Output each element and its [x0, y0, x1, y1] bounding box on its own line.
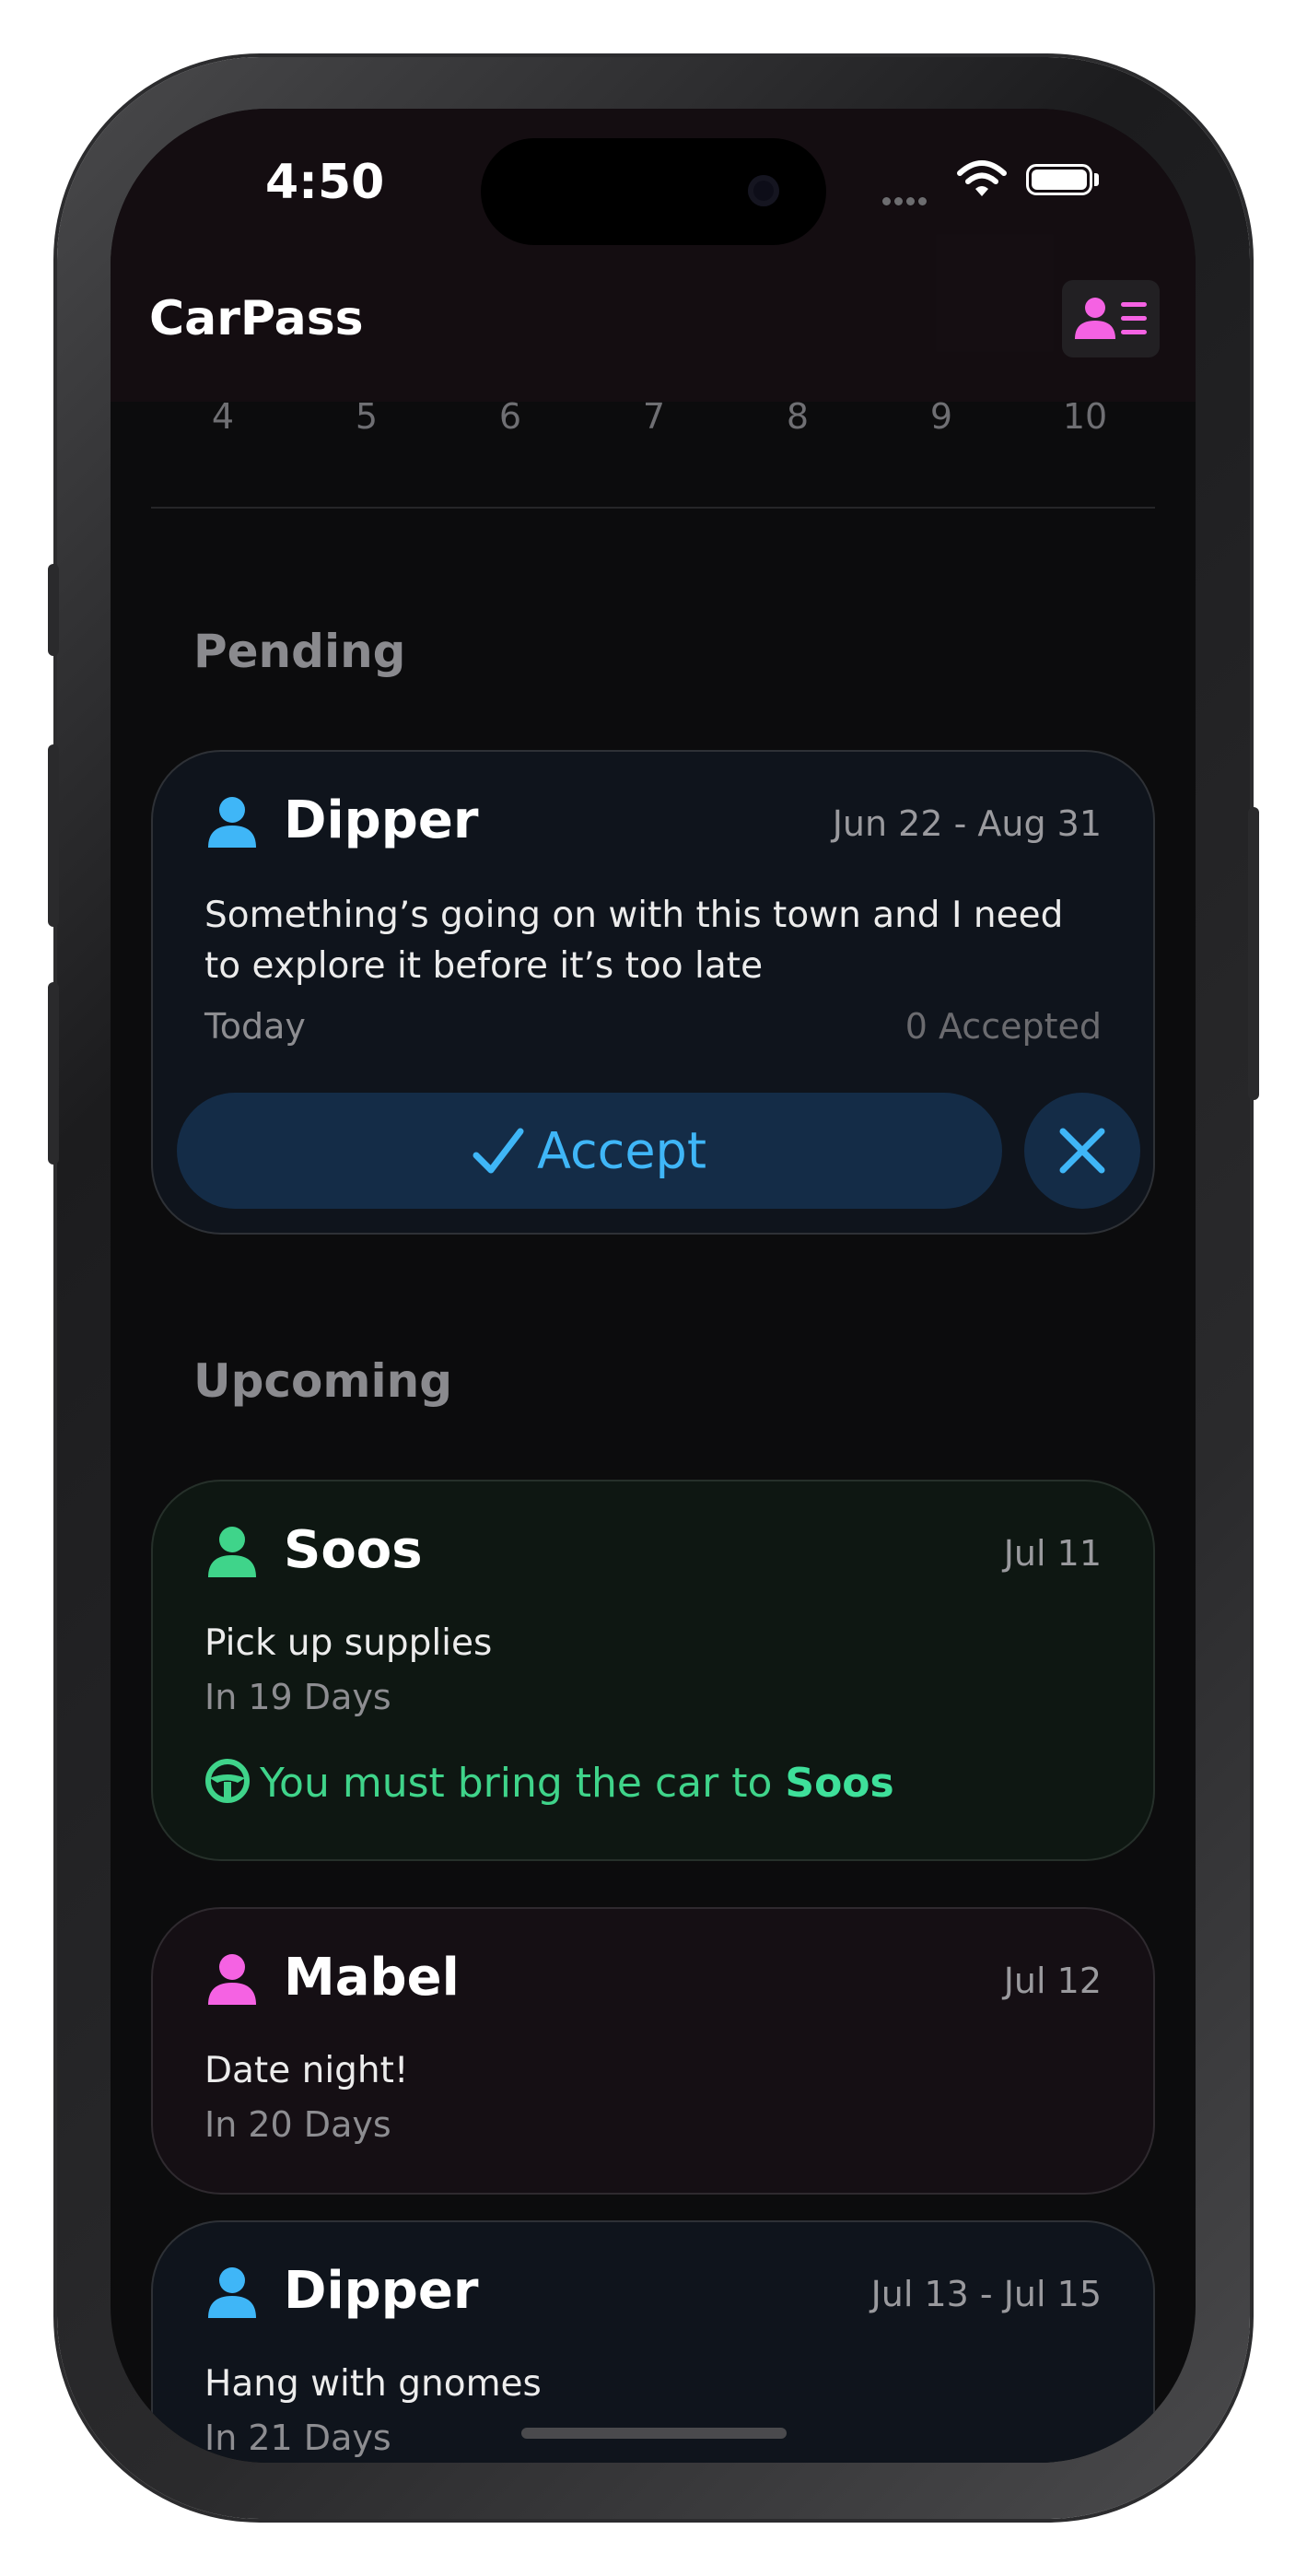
- person-list-icon: [1075, 298, 1147, 339]
- card-date: Jul 12: [1003, 1961, 1102, 2001]
- card-date: Jul 11: [1003, 1533, 1102, 1574]
- card-description: Hang with gnomes: [204, 2363, 542, 2405]
- accept-button[interactable]: Accept: [177, 1093, 1002, 1209]
- card-name: Mabel: [284, 1948, 460, 2008]
- card-when: Today: [204, 1006, 306, 1047]
- car-notice-prefix: You must bring the car to: [260, 1760, 786, 1807]
- card-when: In 19 Days: [204, 1677, 391, 1717]
- card-date: Jul 13 - Jul 15: [870, 2274, 1102, 2314]
- car-notice-target: Soos: [785, 1760, 894, 1807]
- navigation-bar: 4:50 CarPass: [111, 109, 1196, 402]
- person-icon: [208, 1527, 256, 1577]
- profile-button[interactable]: [1062, 280, 1160, 357]
- person-icon: [208, 797, 256, 848]
- close-icon: [1059, 1128, 1105, 1174]
- card-name: Dipper: [284, 2261, 479, 2321]
- calendar-day[interactable]: 4: [186, 396, 260, 437]
- action-button: [48, 564, 59, 656]
- pending-card[interactable]: Dipper Jun 22 - Aug 31 Something’s going…: [151, 750, 1155, 1235]
- card-date: Jun 22 - Aug 31: [832, 803, 1102, 844]
- battery-icon: [1026, 164, 1092, 195]
- battery-tip: [1094, 173, 1099, 186]
- volume-down-button: [48, 982, 59, 1165]
- card-name: Dipper: [284, 790, 479, 850]
- calendar-day[interactable]: 8: [761, 396, 834, 437]
- calendar-divider: [151, 507, 1155, 509]
- card-description: Pick up supplies: [204, 1622, 493, 1664]
- signal-icon: [882, 192, 930, 209]
- steering-wheel-icon: [205, 1759, 250, 1803]
- car-notice: You must bring the car to Soos: [204, 1758, 894, 1807]
- calendar-day-row: 4 5 6 7 8 9 10: [111, 396, 1196, 451]
- checkmark-icon: [473, 1128, 524, 1173]
- accept-label: Accept: [536, 1121, 707, 1180]
- card-description: Something’s going on with this town and …: [204, 895, 1064, 987]
- card-name: Soos: [284, 1520, 423, 1580]
- upcoming-card[interactable]: Mabel Jul 12 Date night! In 20 Days: [151, 1907, 1155, 2195]
- dynamic-island: [481, 138, 826, 245]
- person-icon: [208, 2267, 256, 2318]
- calendar-day[interactable]: 10: [1048, 396, 1122, 437]
- accepted-count: 0 Accepted: [904, 1006, 1102, 1047]
- card-when: In 21 Days: [204, 2418, 391, 2458]
- screen: 4 5 6 7 8 9 10 Pending Dipper Jun 22 - A…: [111, 109, 1196, 2463]
- upcoming-card[interactable]: Dipper Jul 13 - Jul 15 Hang with gnomes …: [151, 2220, 1155, 2463]
- card-when: In 20 Days: [204, 2104, 391, 2145]
- scroll-content[interactable]: 4 5 6 7 8 9 10 Pending Dipper Jun 22 - A…: [111, 109, 1196, 2463]
- status-time: 4:50: [265, 155, 385, 210]
- reject-button[interactable]: [1024, 1093, 1140, 1209]
- calendar-day[interactable]: 5: [330, 396, 403, 437]
- card-description: Date night!: [204, 2050, 409, 2091]
- calendar-day[interactable]: 9: [904, 396, 978, 437]
- wifi-icon: [957, 160, 1007, 196]
- upcoming-card[interactable]: Soos Jul 11 Pick up supplies In 19 Days …: [151, 1480, 1155, 1861]
- pending-section-title: Pending: [193, 625, 406, 678]
- calendar-day[interactable]: 6: [473, 396, 547, 437]
- calendar-day[interactable]: 7: [617, 396, 691, 437]
- home-indicator[interactable]: [521, 2428, 787, 2439]
- status-bar: 4:50: [111, 109, 1196, 256]
- volume-up-button: [48, 744, 59, 927]
- app-title: CarPass: [149, 291, 364, 346]
- person-icon: [208, 1954, 256, 2005]
- upcoming-section-title: Upcoming: [193, 1354, 453, 1408]
- camera-icon: [748, 175, 779, 206]
- power-button: [1248, 807, 1259, 1100]
